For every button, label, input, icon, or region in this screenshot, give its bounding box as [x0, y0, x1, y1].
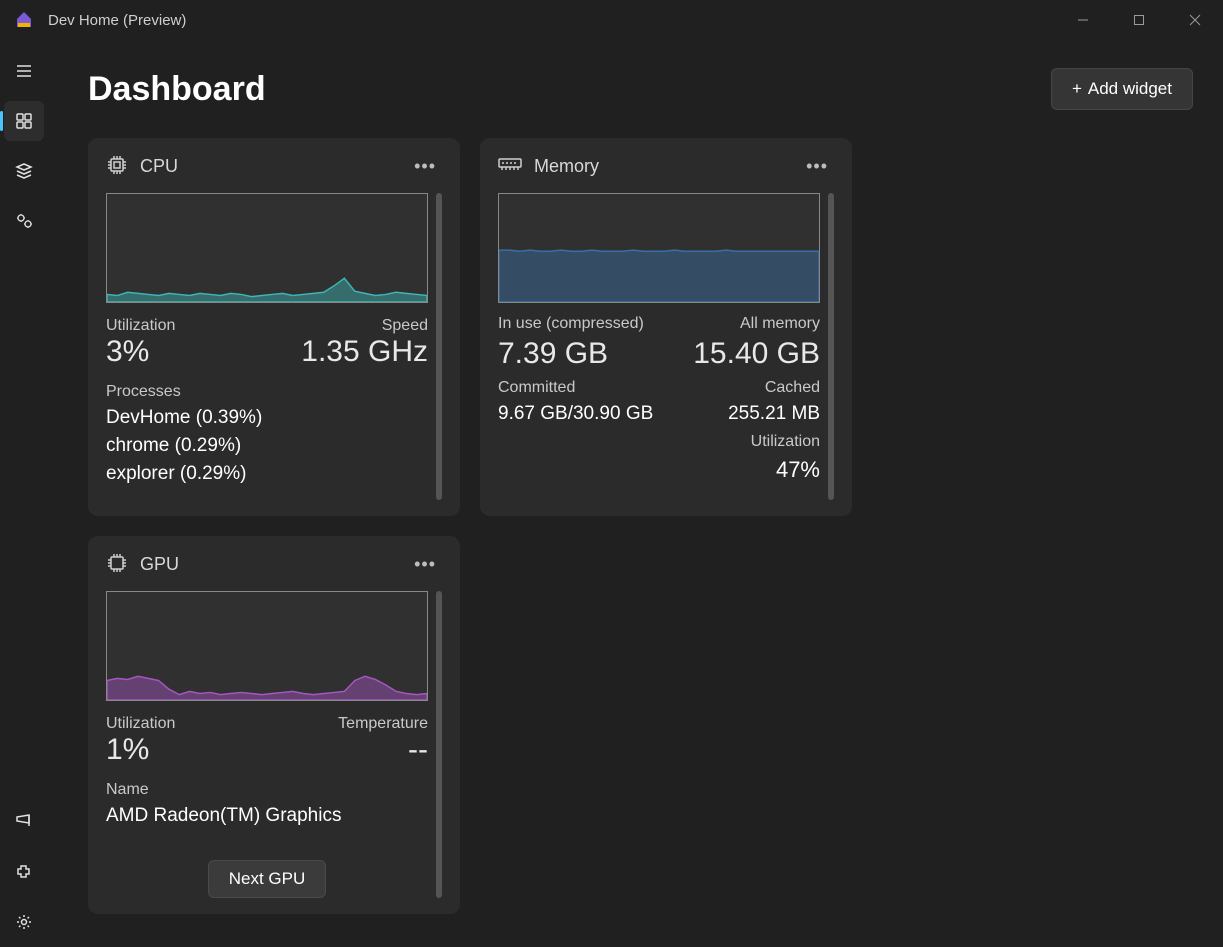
memory-cached-value: 255.21 MB: [693, 403, 820, 425]
nav-machine-config[interactable]: [4, 151, 44, 191]
next-gpu-button[interactable]: Next GPU: [208, 860, 327, 898]
close-button[interactable]: [1167, 0, 1223, 40]
widget-cpu-title: CPU: [140, 156, 178, 177]
page-title: Dashboard: [88, 70, 266, 109]
cpu-icon: [106, 154, 128, 179]
gpu-chart: [106, 591, 428, 701]
memory-chart: [498, 193, 820, 303]
maximize-button[interactable]: [1111, 0, 1167, 40]
plus-icon: +: [1072, 79, 1082, 99]
nav-settings[interactable]: [4, 902, 44, 942]
memory-inuse-value: 7.39 GB: [498, 335, 693, 373]
cpu-process-2: explorer (0.29%): [106, 463, 428, 485]
app-icon: [14, 10, 34, 30]
caption-buttons: [1055, 0, 1223, 40]
widget-memory-more-button[interactable]: •••: [800, 154, 834, 179]
nav-feedback[interactable]: [4, 802, 44, 842]
cpu-process-1: chrome (0.29%): [106, 435, 428, 457]
minimize-button[interactable]: [1055, 0, 1111, 40]
gpu-utilization-value: 1%: [106, 731, 149, 769]
cpu-process-0: DevHome (0.39%): [106, 407, 428, 429]
memory-cached-label: Cached: [693, 379, 820, 397]
memory-utilization-label: Utilization: [693, 433, 820, 451]
add-widget-button[interactable]: + Add widget: [1051, 68, 1193, 110]
hamburger-button[interactable]: [4, 51, 44, 91]
widget-cpu: CPU ••• Utilization Speed 3%: [88, 138, 460, 516]
add-widget-label: Add widget: [1088, 79, 1172, 99]
widget-cpu-more-button[interactable]: •••: [408, 154, 442, 179]
gpu-temperature-value: --: [408, 731, 428, 769]
memory-committed-label: Committed: [498, 379, 693, 397]
widget-memory-title: Memory: [534, 156, 599, 177]
nav-extensions-config[interactable]: [4, 201, 44, 241]
memory-icon: [498, 157, 522, 176]
gpu-icon: [106, 552, 128, 577]
widget-memory-scrollbar[interactable]: [828, 193, 834, 500]
main: Dashboard + Add widget CPU •••: [48, 40, 1223, 947]
gpu-name-label: Name: [106, 781, 428, 799]
widget-cpu-scrollbar[interactable]: [436, 193, 442, 500]
titlebar: Dev Home (Preview): [0, 0, 1223, 40]
widget-gpu-title: GPU: [140, 554, 179, 575]
sidebar: [0, 40, 48, 947]
cpu-utilization-value: 3%: [106, 333, 149, 371]
memory-committed-value: 9.67 GB/30.90 GB: [498, 403, 693, 425]
memory-inuse-label: In use (compressed): [498, 315, 693, 333]
gpu-name-value: AMD Radeon(TM) Graphics: [106, 805, 428, 827]
widget-memory: Memory ••• In use (compressed) All memor…: [480, 138, 852, 516]
memory-utilization-value: 47%: [693, 457, 820, 483]
app-title: Dev Home (Preview): [48, 12, 186, 29]
cpu-speed-value: 1.35 GHz: [301, 333, 428, 371]
cpu-processes-label: Processes: [106, 383, 428, 401]
nav-dashboard[interactable]: [4, 101, 44, 141]
memory-all-value: 15.40 GB: [693, 335, 820, 373]
memory-all-label: All memory: [693, 315, 820, 333]
widget-gpu-more-button[interactable]: •••: [408, 552, 442, 577]
nav-extensions[interactable]: [4, 852, 44, 892]
cpu-chart: [106, 193, 428, 303]
widget-gpu: GPU ••• Utilization Temperature 1%: [88, 536, 460, 914]
widget-gpu-scrollbar[interactable]: [436, 591, 442, 898]
